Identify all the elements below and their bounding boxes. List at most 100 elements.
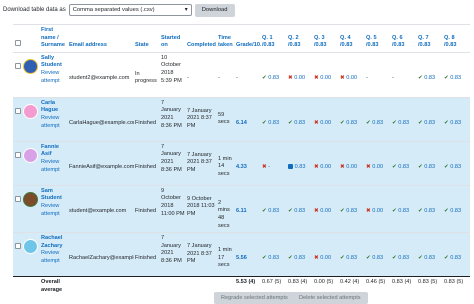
question-mark-cell: ✖ 0.00	[313, 140, 339, 186]
mark-value: -	[366, 74, 368, 81]
question-mark-link[interactable]: ✔ 0.83	[340, 255, 357, 261]
mark-value: 0.83	[398, 119, 410, 126]
question-mark-link[interactable]: ✔ 0.83	[262, 208, 279, 214]
grade-link[interactable]: -	[236, 75, 238, 81]
question-mark-link[interactable]: ✖ 0.00	[314, 120, 331, 126]
question-mark-link[interactable]: ✔ 0.83	[392, 164, 409, 170]
surname-link[interactable]: Student	[41, 62, 62, 68]
avatar[interactable]	[24, 240, 37, 254]
question-mark-link[interactable]: ✔ 0.83	[418, 75, 435, 81]
review-attempt-link[interactable]: Review attempt	[41, 70, 60, 84]
question-mark-link[interactable]: ✔ 0.83	[392, 120, 409, 126]
row-checkbox[interactable]	[15, 107, 21, 114]
question-mark-link[interactable]: ✖ 0.00	[340, 75, 357, 81]
completed-header[interactable]: Completed	[186, 24, 217, 53]
state-header[interactable]: State	[134, 24, 160, 53]
review-attempt-link[interactable]: Review attempt	[41, 250, 60, 264]
question-mark-link[interactable]: ✔ 0.83	[340, 208, 357, 214]
first-name-link[interactable]: Sam	[41, 188, 53, 194]
question-mark-link[interactable]: ✖ 0.00	[314, 164, 331, 170]
question-mark-link[interactable]: ✔ 0.83	[418, 164, 435, 170]
row-checkbox[interactable]	[15, 195, 21, 202]
question-mark-link[interactable]: ✔ 0.83	[444, 75, 461, 81]
question-mark-link[interactable]: ✔ 0.83	[366, 255, 383, 261]
question-header[interactable]: Q. 4/0.83	[339, 24, 365, 53]
question-header[interactable]: Q. 2/0.83	[287, 24, 313, 53]
question-mark-link[interactable]: ✔ 0.83	[288, 120, 305, 126]
question-mark-link[interactable]: ✔ 0.83	[340, 120, 357, 126]
question-mark-link[interactable]: ✔ 0.83	[444, 120, 461, 126]
question-mark-link[interactable]: ✔ 0.83	[262, 75, 279, 81]
grade-link[interactable]: 4.33	[236, 164, 247, 170]
email-header[interactable]: Email address	[68, 24, 134, 53]
surname-link[interactable]: Asif	[41, 151, 52, 157]
question-mark-link[interactable]: 0.83	[288, 164, 305, 170]
chevron-down-icon: ▾	[184, 7, 188, 13]
row-checkbox[interactable]	[15, 62, 21, 69]
time-cell: 1 min 17 secs	[217, 232, 235, 277]
question-mark-link[interactable]: ✖ 0.00	[366, 164, 383, 170]
surname-link[interactable]: Zachary	[41, 243, 62, 249]
grade-header[interactable]: Grade/10.00	[235, 24, 261, 53]
question-mark-link[interactable]: ✖ 0.00	[288, 75, 305, 81]
question-mark-link[interactable]: ✔ 0.83	[418, 208, 435, 214]
avatar-cell	[23, 96, 40, 142]
first-name-link[interactable]: Fannie	[41, 144, 59, 150]
review-attempt-link[interactable]: Review attempt	[41, 159, 60, 173]
completed-cell: 7 January 2021 8:37 PM	[186, 140, 217, 186]
question-mark-link[interactable]: ✖ 0.00	[366, 208, 383, 214]
grade-link[interactable]: 6.14	[236, 120, 247, 126]
name-header[interactable]: First name / Surname	[40, 24, 68, 53]
avatar[interactable]	[24, 148, 37, 162]
question-mark-link[interactable]: ✔ 0.83	[444, 208, 461, 214]
question-mark-link[interactable]: ✔ 0.83	[392, 255, 409, 261]
question-mark-link[interactable]: ✔ 0.83	[288, 255, 305, 261]
question-mark-link[interactable]: ✔ 0.83	[444, 255, 461, 261]
first-name-link[interactable]: Rachael	[41, 235, 62, 241]
question-mark-link[interactable]: ✖ 0.00	[314, 208, 331, 214]
question-mark-link[interactable]: ✔ 0.83	[366, 120, 383, 126]
name-cell: Sam Student Review attempt	[40, 184, 68, 233]
question-mark-link[interactable]: ✔ 0.83	[288, 208, 305, 214]
surname-link[interactable]: Student	[41, 195, 62, 201]
question-mark-link[interactable]: ✔ 0.83	[418, 255, 435, 261]
row-checkbox[interactable]	[15, 151, 21, 158]
time-header[interactable]: Time taken	[217, 24, 235, 53]
question-mark-link[interactable]: ✔ 0.83	[418, 120, 435, 126]
question-header[interactable]: Q. 5/0.83	[365, 24, 391, 53]
question-mark-link[interactable]: ✖ 0.00	[314, 255, 331, 261]
mark-value: 0.00	[320, 74, 332, 81]
question-mark-link: -	[392, 75, 394, 81]
question-header[interactable]: Q. 1/0.83	[261, 24, 287, 53]
question-header[interactable]: Q. 6/0.83	[391, 24, 417, 53]
question-mark-link[interactable]: ✖ 0.00	[314, 75, 331, 81]
question-header[interactable]: Q. 3/0.83	[313, 24, 339, 53]
surname-link[interactable]: Hague	[41, 107, 58, 113]
question-header[interactable]: Q. 7/0.83	[417, 24, 443, 53]
started-header[interactable]: Started on	[160, 24, 186, 53]
question-mark-link[interactable]: ✔ 0.83	[444, 164, 461, 170]
avatar[interactable]	[24, 59, 37, 73]
avatar[interactable]	[24, 104, 37, 118]
download-format-select[interactable]: Comma separated values (.csv) ▾	[68, 4, 192, 16]
completed-value: -	[187, 74, 189, 81]
grade-link[interactable]: 5.56	[236, 255, 247, 261]
delete-selected-button[interactable]: Delete selected attempts	[292, 292, 368, 304]
question-header[interactable]: Q. 8/0.83	[443, 24, 470, 53]
download-button[interactable]: Download	[194, 3, 235, 17]
first-name-link[interactable]: Sally	[41, 55, 54, 61]
first-name-link[interactable]: Carla	[41, 100, 55, 106]
question-mark-link[interactable]: ✖ 0.00	[340, 164, 357, 170]
regrade-selected-button[interactable]: Regrade selected attempts	[214, 292, 295, 304]
question-mark-link[interactable]: ✔ 0.83	[262, 120, 279, 126]
mark-value: 0.83	[424, 207, 436, 214]
row-checkbox[interactable]	[15, 243, 21, 250]
avatar[interactable]	[24, 192, 37, 206]
select-all-header[interactable]	[13, 24, 23, 53]
grade-link[interactable]: 6.11	[236, 208, 247, 214]
review-attempt-link[interactable]: Review attempt	[41, 115, 60, 129]
question-mark-link[interactable]: ✔ 0.83	[392, 208, 409, 214]
review-attempt-link[interactable]: Review attempt	[41, 203, 60, 217]
question-mark-link[interactable]: ✖ -	[262, 164, 270, 170]
question-mark-link[interactable]: ✔ 0.83	[262, 255, 279, 261]
